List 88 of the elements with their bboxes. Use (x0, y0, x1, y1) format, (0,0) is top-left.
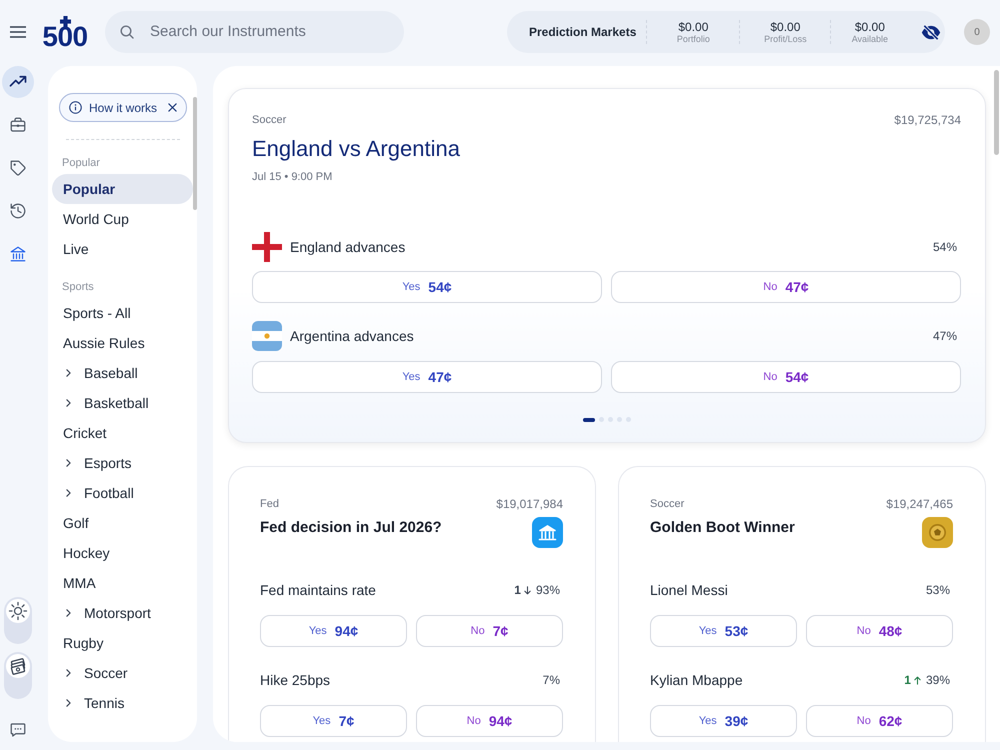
no-button[interactable]: No 7¢ (416, 615, 563, 647)
sidebar-item[interactable]: Motorsport (52, 598, 193, 628)
stat-value: $0.00 (678, 20, 708, 34)
outcome-label: Kylian Mbappe (650, 670, 743, 690)
scrollbar-thumb[interactable] (994, 70, 999, 155)
percent-text: 93% (536, 582, 560, 599)
market-title[interactable]: Golden Boot Winner (650, 518, 795, 538)
volume-text: $19,725,734 (894, 112, 961, 129)
striped-flag-icon (252, 321, 282, 351)
percent-text: 39% (926, 672, 950, 689)
outcome-label: Lionel Messi (650, 580, 728, 600)
yes-button[interactable]: Yes 47¢ (252, 361, 602, 393)
sidebar-item[interactable]: Tennis (52, 688, 193, 718)
toggle-switch[interactable] (4, 652, 32, 699)
section-label: Sports (62, 280, 94, 294)
plus-icon (60, 16, 70, 27)
search-icon (120, 25, 134, 39)
market-title[interactable]: England vs Argentina (252, 135, 460, 163)
sidebar-item[interactable]: Live (52, 234, 193, 264)
sidebar-item[interactable]: Sports - All (52, 298, 193, 328)
markets-title: Prediction Markets (529, 24, 636, 41)
yes-button[interactable]: Yes 7¢ (260, 705, 407, 737)
info-icon (69, 101, 82, 114)
sidebar-item[interactable]: MMA (52, 568, 193, 598)
cross-flag-icon (252, 232, 282, 262)
category-label: Fed (260, 496, 279, 512)
no-button[interactable]: No 48¢ (806, 615, 953, 647)
sidebar-item[interactable]: World Cup (52, 204, 193, 234)
scrollbar-thumb[interactable] (193, 97, 197, 210)
percent-text: 7% (542, 672, 560, 689)
change-count: 1 (904, 672, 911, 689)
no-button[interactable]: No 54¢ (611, 361, 961, 393)
volume-text: $19,247,465 (886, 496, 953, 513)
eye-slash-icon[interactable] (921, 24, 942, 40)
sidebar-item[interactable]: Baseball (52, 358, 193, 388)
category-label: Soccer (252, 112, 286, 128)
chat-icon[interactable] (9, 721, 27, 739)
sidebar-item[interactable]: Rugby (52, 628, 193, 658)
sidebar-item[interactable]: Aussie Rules (52, 328, 193, 358)
stat-label: Available (852, 34, 888, 44)
percent-text: 47% (932, 328, 958, 345)
logo-text[interactable]: 500 (42, 26, 88, 48)
sidebar-item[interactable]: Popular (52, 174, 193, 204)
avatar[interactable]: 0 (964, 19, 990, 45)
sidebar-item[interactable]: Soccer (52, 658, 193, 688)
sidebar-item[interactable]: Cricket (52, 418, 193, 448)
menu-icon[interactable] (10, 26, 26, 38)
percent-text: 53% (926, 582, 950, 599)
stat-label: Profit/Loss (764, 34, 807, 44)
market-card[interactable]: Soccer $19,247,465 Golden Boot Winner Lionel Messi 53% Yes 53¢ No 48¢ Kylian Mbappe 1 39% Yes 39¢ No 62¢ (618, 466, 986, 742)
search-bar[interactable]: Search our Instruments (105, 11, 404, 53)
market-title[interactable]: Fed decision in Jul 2026? (260, 518, 442, 538)
sidebar-item[interactable]: Golf (52, 508, 193, 538)
volume-text: $19,017,984 (496, 496, 563, 513)
sun-icon (6, 599, 30, 623)
yes-button[interactable]: Yes 53¢ (650, 615, 797, 647)
change-count: 1 (514, 582, 521, 599)
search-field[interactable]: Search our Instruments (150, 20, 380, 44)
event-time: Jul 15 • 9:00 PM (252, 170, 332, 184)
no-button[interactable]: No 94¢ (416, 705, 563, 737)
outcome-label: Fed maintains rate (260, 580, 376, 600)
cash-stack-icon (6, 654, 30, 678)
yes-button[interactable]: Yes 39¢ (650, 705, 797, 737)
ball-tile-icon (922, 517, 953, 548)
section-label: Popular (62, 156, 100, 170)
no-button[interactable]: No 47¢ (611, 271, 961, 303)
category-label: Soccer (650, 496, 684, 512)
outcome-label: Argentina advances (290, 326, 414, 346)
outcome-label: Hike 25bps (260, 670, 330, 690)
how-it-works-button[interactable]: How it works (59, 93, 187, 122)
sidebar-item[interactable]: Hockey (52, 538, 193, 568)
yes-button[interactable]: Yes 54¢ (252, 271, 602, 303)
stat-value: $0.00 (770, 20, 800, 34)
toggle-switch[interactable] (4, 597, 32, 644)
percent-text: 54% (932, 239, 958, 256)
market-card[interactable]: Fed $19,017,984 Fed decision in Jul 2026? Fed maintains rate 1 93% Yes 94¢ No 7¢ Hike 25bps 7% Yes 7¢ No 94¢ (228, 466, 596, 742)
stat-label: Portfolio (676, 34, 710, 44)
sidebar-item[interactable]: Esports (52, 448, 193, 478)
bank-tile-icon (532, 517, 563, 548)
market-card[interactable]: Soccer $19,725,734 England vs Argentina Jul 15 • 9:00 PM England advances 54% Yes 54¢ No 47¢ Argentina advances 47% Yes 47¢ No 54¢ (228, 88, 986, 443)
outcome-label: England advances (290, 238, 406, 257)
yes-button[interactable]: Yes 94¢ (260, 615, 407, 647)
stat-value: $0.00 (854, 20, 885, 34)
no-button[interactable]: No 62¢ (806, 705, 953, 737)
nav-button[interactable] (2, 66, 34, 98)
sidebar-item[interactable]: Basketball (52, 388, 193, 418)
sidebar-item[interactable]: Football (52, 478, 193, 508)
close-icon[interactable] (168, 103, 177, 112)
